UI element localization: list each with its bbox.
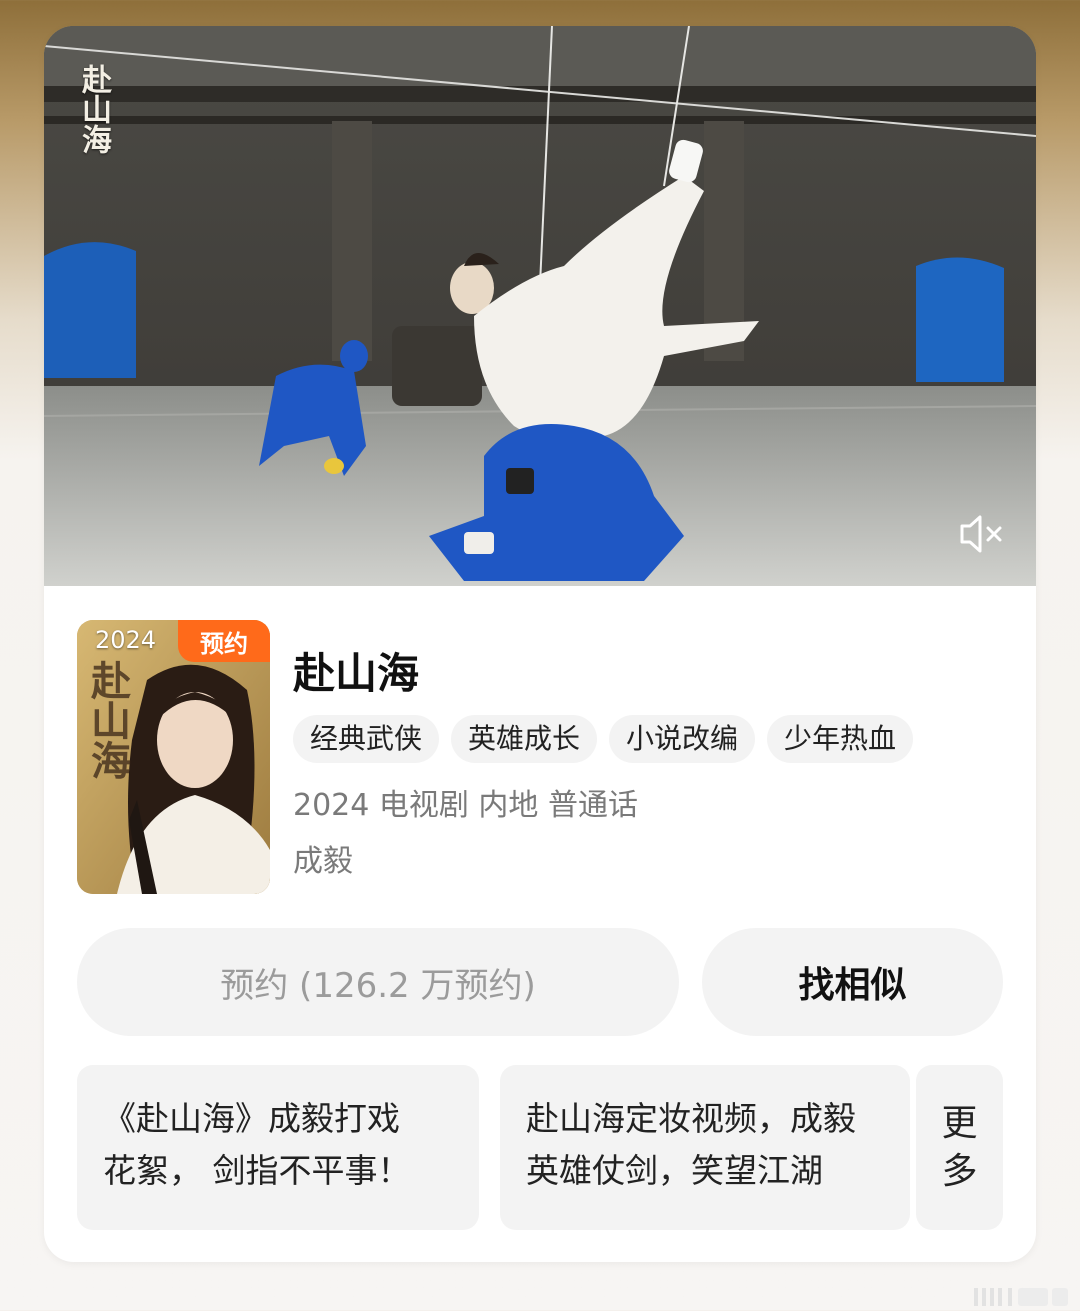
- poster-year: 2024: [95, 626, 157, 654]
- show-title[interactable]: 赴山海: [293, 640, 419, 701]
- poster-image[interactable]: 赴山海 2024 预约: [77, 620, 270, 894]
- related-video-item[interactable]: 赴山海定妆视频，成毅英雄仗剑，笑望江湖: [500, 1065, 910, 1230]
- watermark: [974, 1284, 1070, 1308]
- video-logo: 赴山海: [76, 64, 111, 154]
- more-label: 多: [941, 1150, 978, 1192]
- related-video-title-line: 花絮， 剑指不平事！: [103, 1151, 411, 1190]
- tag-chip[interactable]: 经典武侠: [293, 715, 440, 763]
- show-actor[interactable]: 成毅: [293, 836, 353, 880]
- more-label: 更: [941, 1102, 978, 1144]
- related-video-title: 赴山海定妆视频，成毅英雄仗剑，笑望江湖: [526, 1099, 856, 1190]
- tag-chip[interactable]: 小说改编: [609, 715, 756, 763]
- video-player[interactable]: 赴山海: [44, 26, 1036, 586]
- find-similar-button[interactable]: 找相似: [702, 928, 1003, 1036]
- reserve-badge: 预约: [178, 620, 270, 662]
- related-video-title-line: 《赴山海》成毅打戏: [103, 1099, 400, 1138]
- reserve-button[interactable]: 预约 (126.2 万预约): [77, 928, 679, 1036]
- poster-title-art: 赴山海: [84, 660, 131, 780]
- video-frame-art: [44, 26, 1036, 586]
- tag-list: 经典武侠 英雄成长 小说改编 少年热血: [293, 715, 914, 763]
- show-card: 赴山海 赴山海 2024 预约 赴山海 经典武侠 英雄成长 小说改编 少年热血 …: [44, 26, 1036, 1262]
- tag-chip[interactable]: 少年热血: [767, 715, 914, 763]
- mute-button[interactable]: [956, 512, 1008, 556]
- related-video-item[interactable]: 《赴山海》成毅打戏 花絮， 剑指不平事！: [77, 1065, 479, 1230]
- show-meta: 2024 电视剧 内地 普通话: [293, 788, 638, 823]
- more-button[interactable]: 更 多: [916, 1065, 1003, 1230]
- tag-chip[interactable]: 英雄成长: [451, 715, 598, 763]
